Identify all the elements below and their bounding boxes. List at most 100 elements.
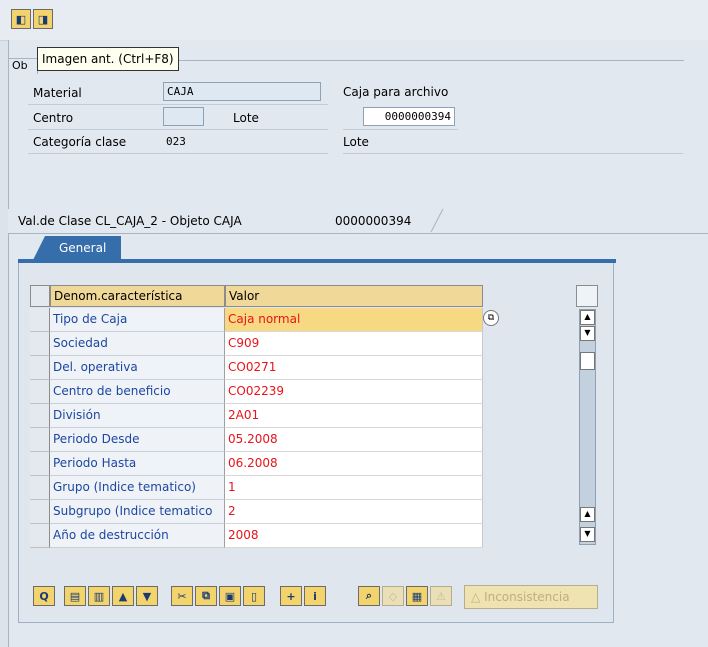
application-toolbar: ◧ ◨ <box>0 0 708 41</box>
column-header-name[interactable]: Denom.característica <box>50 285 225 307</box>
filter-icon: ▼ <box>142 589 152 603</box>
object-group-label: Ob <box>8 58 38 74</box>
centro-field[interactable] <box>163 107 204 126</box>
previous-screen-button[interactable]: ◧ <box>11 9 31 29</box>
lote-field: 0000000394 <box>363 107 455 126</box>
filter-button[interactable]: ▼ <box>136 586 158 606</box>
row-selector[interactable] <box>30 308 50 332</box>
sort-icon: ▲ <box>118 589 128 603</box>
scroll-up-button[interactable]: ▲ <box>580 310 595 325</box>
scissors-icon: ✂ <box>177 589 187 603</box>
characteristic-name: Subgrupo (Indice tematico <box>50 500 225 524</box>
caja-archivo-label: Caja para archivo <box>343 85 449 99</box>
deselect-icon: ▥ <box>93 589 105 603</box>
lote2-label: Lote <box>343 135 369 149</box>
details-button[interactable]: Q <box>33 586 55 606</box>
characteristic-name: División <box>50 404 225 428</box>
divider <box>343 153 683 154</box>
characteristic-value[interactable]: 05.2008 <box>225 428 483 452</box>
divider <box>28 104 328 105</box>
deselect-button[interactable]: ▥ <box>88 586 110 606</box>
row-selector[interactable] <box>30 452 50 476</box>
tooltip: Imagen ant. (Ctrl+F8) <box>37 47 179 71</box>
tab-general[interactable]: General <box>33 236 121 260</box>
table-icon: ▦ <box>411 589 423 603</box>
page-up-button[interactable]: ▲ <box>580 507 595 522</box>
copy-button[interactable]: ⧉ <box>195 586 217 606</box>
row-selector[interactable] <box>30 356 50 380</box>
insert-row-icon: + <box>286 589 296 603</box>
section-title: Val.de Clase CL_CAJA_2 - Objeto CAJA <box>18 214 242 228</box>
scroll-down-button[interactable]: ▼ <box>580 326 595 341</box>
lote-label: Lote <box>233 111 259 125</box>
characteristic-value[interactable]: 06.2008 <box>225 452 483 476</box>
scroll-thumb[interactable] <box>580 352 595 370</box>
characteristic-value[interactable]: 2 <box>225 500 483 524</box>
paste-button[interactable]: ▣ <box>219 586 241 606</box>
characteristic-name: Periodo Hasta <box>50 452 225 476</box>
select-all-cell[interactable] <box>30 285 50 307</box>
categoria-label: Categoría clase <box>33 135 127 149</box>
value-help-icon[interactable]: ⧉ <box>483 310 499 326</box>
characteristic-value[interactable]: Caja normal <box>225 308 483 332</box>
row-selector[interactable] <box>30 524 50 548</box>
info-button[interactable]: i <box>304 586 326 606</box>
characteristic-value[interactable]: C909 <box>225 332 483 356</box>
table-settings-button[interactable] <box>576 285 598 307</box>
next-screen-icon: ◨ <box>37 12 49 26</box>
info-icon: i <box>313 589 317 603</box>
warning-triangle-icon: △ <box>471 590 481 604</box>
insert-row-button[interactable]: + <box>280 586 302 606</box>
select-all-icon: ▤ <box>69 589 81 603</box>
cut-button[interactable]: ✂ <box>171 586 193 606</box>
divider <box>28 153 328 154</box>
inconsistencia-label: Inconsistencia <box>484 590 570 604</box>
characteristic-name: Año de destrucción <box>50 524 225 548</box>
paste-icon: ▣ <box>224 589 236 603</box>
delete-button[interactable]: ▯ <box>243 586 265 606</box>
characteristic-name: Del. operativa <box>50 356 225 380</box>
row-selector[interactable] <box>30 332 50 356</box>
characteristic-value[interactable]: CO0271 <box>225 356 483 380</box>
row-selector[interactable] <box>30 500 50 524</box>
characteristic-name: Periodo Desde <box>50 428 225 452</box>
inconsistencia-button: △ Inconsistencia <box>464 585 598 609</box>
characteristic-value[interactable]: 2008 <box>225 524 483 548</box>
material-label: Material <box>33 86 82 100</box>
find-button[interactable]: ⌕ <box>358 586 380 606</box>
characteristic-value[interactable]: 2A01 <box>225 404 483 428</box>
characteristic-name: Centro de beneficio <box>50 380 225 404</box>
warning-button: ⚠ <box>430 586 452 606</box>
row-selector[interactable] <box>30 428 50 452</box>
section-header-edge <box>430 208 444 232</box>
divider <box>343 129 458 130</box>
find-next-button: ◇ <box>382 586 404 606</box>
row-selector[interactable] <box>30 404 50 428</box>
warning-icon: ⚠ <box>436 589 446 603</box>
centro-label: Centro <box>33 111 74 125</box>
magnifier-icon: Q <box>39 589 49 603</box>
row-selector[interactable] <box>30 476 50 500</box>
object-group-box <box>8 60 684 171</box>
column-header-value[interactable]: Valor <box>225 285 483 307</box>
characteristic-value[interactable]: 1 <box>225 476 483 500</box>
characteristic-name: Sociedad <box>50 332 225 356</box>
next-screen-button[interactable]: ◨ <box>33 9 53 29</box>
section-value: 0000000394 <box>335 214 412 228</box>
binoculars-icon: ⌕ <box>365 589 373 602</box>
categoria-value: 023 <box>166 135 186 148</box>
copy-icon: ⧉ <box>202 589 210 602</box>
characteristic-value[interactable]: CO02239 <box>225 380 483 404</box>
material-field[interactable]: CAJA <box>163 82 321 101</box>
table-view-button[interactable]: ▦ <box>406 586 428 606</box>
characteristic-name: Tipo de Caja <box>50 308 225 332</box>
divider <box>28 129 328 130</box>
characteristic-name: Grupo (Indice tematico) <box>50 476 225 500</box>
trash-icon: ▯ <box>250 589 258 603</box>
previous-screen-icon: ◧ <box>15 12 27 26</box>
row-selector[interactable] <box>30 380 50 404</box>
page-down-button[interactable]: ▼ <box>580 527 595 542</box>
sort-ascending-button[interactable]: ▲ <box>112 586 134 606</box>
eraser-icon: ◇ <box>388 589 398 603</box>
select-all-button[interactable]: ▤ <box>64 586 86 606</box>
